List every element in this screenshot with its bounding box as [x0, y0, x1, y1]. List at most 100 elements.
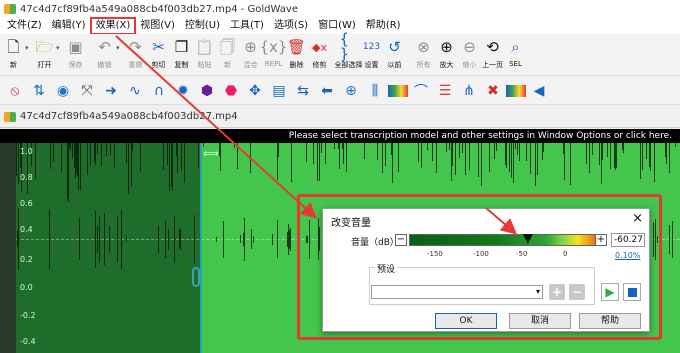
left-arrow-icon[interactable]: ⬅ — [316, 80, 338, 102]
dome-icon[interactable]: ⌒ — [410, 80, 432, 102]
chart-icon[interactable]: ▤ — [268, 80, 290, 102]
percent-link[interactable]: 0.10% — [615, 251, 640, 260]
ok-button[interactable]: OK — [435, 313, 497, 329]
undo-button[interactable]: ↶ 撤销 — [93, 34, 116, 76]
waveform-spike — [432, 143, 433, 161]
playback-cursor[interactable] — [200, 143, 202, 353]
cancel-button[interactable]: 取消 — [509, 313, 571, 329]
waveform-spike — [172, 143, 173, 191]
save-button[interactable]: ▣ 保存 — [64, 34, 87, 76]
waveform-spike — [106, 143, 107, 156]
globe-icon[interactable]: ◉ — [52, 80, 74, 102]
paste-button[interactable]: 📋 粘贴 — [193, 34, 216, 76]
double-arrow-icon[interactable]: ⇆ — [292, 80, 314, 102]
waveform-spike — [446, 143, 447, 152]
volume-value-field[interactable]: -60.27 — [611, 233, 645, 247]
magnet-icon[interactable]: ∩ — [148, 80, 170, 102]
delete-button[interactable]: 🗑 删除 — [285, 34, 308, 76]
close-icon[interactable]: × — [632, 211, 643, 226]
waveform-spike — [244, 217, 245, 261]
save-disk-icon: ▣ — [68, 37, 83, 56]
waveform-spike — [669, 143, 670, 173]
help-button[interactable]: 帮助 — [579, 313, 641, 329]
menu-help[interactable]: 帮助(R) — [361, 18, 406, 34]
waveform-spike — [78, 143, 79, 190]
paste-new-button[interactable]: 🗍 新 — [216, 34, 239, 76]
zoom-in-button[interactable]: ⊕ 放大 — [435, 34, 458, 76]
volume-increase-button[interactable]: + — [595, 234, 607, 246]
waveform-spike — [126, 143, 127, 163]
waveform-spike — [519, 143, 520, 161]
menu-options[interactable]: 选项(S) — [269, 18, 313, 34]
stack-icon[interactable]: ☰ — [434, 80, 456, 102]
stop-preview-button[interactable] — [623, 283, 641, 301]
zoom-all-button[interactable]: ⊗ 所有 — [412, 34, 435, 76]
previous-page-button[interactable]: ⟲ 上一页 — [481, 34, 504, 76]
bidirectional-arrows-icon[interactable]: ⇅ — [28, 80, 50, 102]
color-slider-icon[interactable] — [506, 84, 526, 97]
color-bar-icon[interactable] — [388, 84, 408, 97]
waveform-spike — [385, 143, 386, 166]
menu-view[interactable]: 视图(V) — [135, 18, 180, 34]
open-dropdown-arrow[interactable]: ▾ — [56, 34, 64, 52]
undo-dropdown-arrow[interactable]: ▾ — [116, 34, 124, 52]
menu-tools[interactable]: 工具(T) — [225, 18, 269, 34]
volume-slider[interactable] — [409, 234, 606, 246]
compass-icon[interactable]: ⊕ — [340, 80, 362, 102]
sliders-icon[interactable]: ⫼ — [364, 80, 386, 102]
chevron-down-icon[interactable]: ▾ — [533, 285, 543, 299]
trim-button[interactable]: ◆x 修剪 — [308, 34, 331, 76]
cross-curve-icon[interactable]: ⤧ — [76, 80, 98, 102]
waveform-spike — [398, 143, 399, 172]
waveform-spike — [436, 143, 437, 173]
previous-icon: ↺ — [388, 37, 401, 56]
previous-selection-button[interactable]: ↺ 以前 — [383, 34, 406, 76]
menu-control[interactable]: 控制(U) — [180, 18, 225, 34]
right-arrow-icon[interactable]: ➜ — [100, 80, 122, 102]
waveform-spike — [334, 143, 335, 149]
blue-marker-icon[interactable]: ◀ — [528, 80, 550, 102]
waveform-spike — [465, 143, 466, 175]
select-all-button[interactable]: { } 全部选择 — [335, 32, 363, 76]
waveform-spike — [602, 143, 603, 160]
waveform-spike — [377, 143, 378, 160]
new-dropdown-arrow[interactable]: ▾ — [25, 34, 33, 52]
waveform-spike — [109, 226, 110, 252]
waveform-spike — [250, 143, 251, 173]
star-burst-icon[interactable]: ✹ — [172, 80, 194, 102]
zoom-selection-button[interactable]: ⌕ SEL — [504, 34, 527, 76]
transcription-message[interactable]: Please select transcription model and ot… — [0, 129, 680, 143]
menu-file[interactable]: 文件(Z) — [2, 18, 47, 34]
zoom-out-button[interactable]: ⊖ 缩小 — [458, 34, 481, 76]
y-tick-label: -0.2 — [20, 311, 36, 320]
four-arrows-icon[interactable]: ✥ — [244, 80, 266, 102]
waveform-spike — [194, 214, 195, 264]
preset-select[interactable] — [371, 285, 543, 299]
open-button[interactable]: 🗁 打开 — [33, 34, 56, 76]
add-preset-button[interactable]: + — [549, 284, 565, 300]
waveform-spike — [509, 143, 510, 172]
waveform-spike — [169, 143, 170, 191]
remove-preset-button[interactable]: − — [569, 284, 585, 300]
menu-effects[interactable]: 效果(X) — [89, 17, 137, 35]
selection-marker[interactable] — [192, 267, 200, 287]
redo-button[interactable]: ↷ 重做 — [124, 34, 147, 76]
x-arrows-icon[interactable]: ✖ — [482, 80, 504, 102]
cut-button[interactable]: ✂ 剪切 — [147, 34, 170, 76]
waveform-spike — [338, 143, 339, 149]
play-preview-button[interactable]: ▶ — [601, 283, 619, 301]
wave-icon[interactable]: ∿ — [124, 80, 146, 102]
scale-tick-label: -100 — [473, 250, 489, 258]
cursor-handle-icon[interactable]: ⟺ — [203, 147, 219, 160]
hexagon-icon[interactable]: ⬢ — [196, 80, 218, 102]
waveform-spike — [121, 209, 122, 269]
replace-button[interactable]: {x} REPL — [260, 34, 288, 76]
set-button[interactable]: 123 设置 — [360, 34, 383, 76]
menu-edit[interactable]: 编辑(Y) — [47, 18, 91, 34]
stop-sign-icon[interactable]: ⦸ — [4, 80, 26, 102]
rainbow-hexagon-icon[interactable]: ⬣ — [220, 80, 242, 102]
new-button[interactable]: 🗋 新 — [2, 34, 25, 76]
fork-icon[interactable]: ⋔ — [458, 80, 480, 102]
volume-decrease-button[interactable]: − — [395, 234, 407, 246]
copy-button[interactable]: ❐ 复制 — [170, 34, 193, 76]
